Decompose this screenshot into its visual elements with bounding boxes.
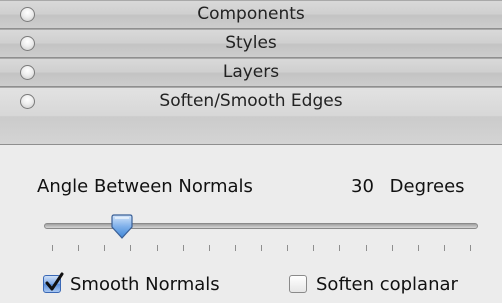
circle-toggle-icon[interactable] [20, 94, 35, 109]
slider-tick [78, 245, 80, 251]
circle-toggle-icon[interactable] [20, 65, 35, 80]
slider-tick [234, 245, 236, 251]
slider-tick [52, 245, 53, 251]
circle-toggle-icon[interactable] [20, 7, 35, 22]
soften-coplanar-checkbox[interactable] [289, 275, 307, 293]
angle-label: Angle Between Normals [37, 176, 253, 197]
tray-layers[interactable]: Layers [0, 58, 502, 87]
tray-panel: Components Styles Layers Soften/Smooth E… [0, 0, 502, 303]
tray-title: Styles [225, 33, 277, 53]
tray-components[interactable]: Components [0, 0, 502, 29]
slider-tick [443, 245, 445, 251]
tray-soften-smooth-edges[interactable]: Soften/Smooth Edges [0, 87, 502, 145]
slider-tick [156, 245, 158, 251]
tray-styles[interactable]: Styles [0, 29, 502, 58]
angle-slider[interactable] [44, 213, 478, 253]
soften-smooth-edges-content: Angle Between Normals 30 Degrees Smooth … [0, 145, 502, 303]
smooth-normals-option[interactable]: Smooth Normals [43, 272, 220, 295]
slider-tick [130, 245, 132, 251]
slider-tick [417, 245, 419, 251]
slider-tick [208, 245, 210, 251]
checkmark-icon [45, 272, 64, 291]
slider-tick [313, 245, 315, 251]
tray-title: Components [197, 4, 305, 24]
slider-tick [261, 245, 262, 251]
soften-coplanar-option[interactable]: Soften coplanar [289, 273, 458, 295]
slider-tick [287, 245, 289, 251]
angle-readout: 30 Degrees [351, 176, 465, 197]
slider-tick [182, 245, 184, 251]
slider-thumb[interactable] [109, 214, 135, 240]
slider-tick [470, 245, 471, 251]
angle-unit: Degrees [389, 176, 465, 197]
slider-tick [339, 245, 341, 251]
tray-title: Layers [222, 62, 280, 82]
tray-title: Soften/Smooth Edges [159, 91, 343, 111]
smooth-normals-label[interactable]: Smooth Normals [70, 274, 220, 295]
circle-toggle-icon[interactable] [20, 36, 35, 51]
smooth-normals-checkbox[interactable] [43, 272, 64, 293]
soften-coplanar-label[interactable]: Soften coplanar [316, 274, 458, 295]
slider-tick [365, 245, 367, 251]
slider-tick [104, 245, 106, 251]
angle-value: 30 [351, 176, 374, 197]
slider-tick [391, 245, 393, 251]
